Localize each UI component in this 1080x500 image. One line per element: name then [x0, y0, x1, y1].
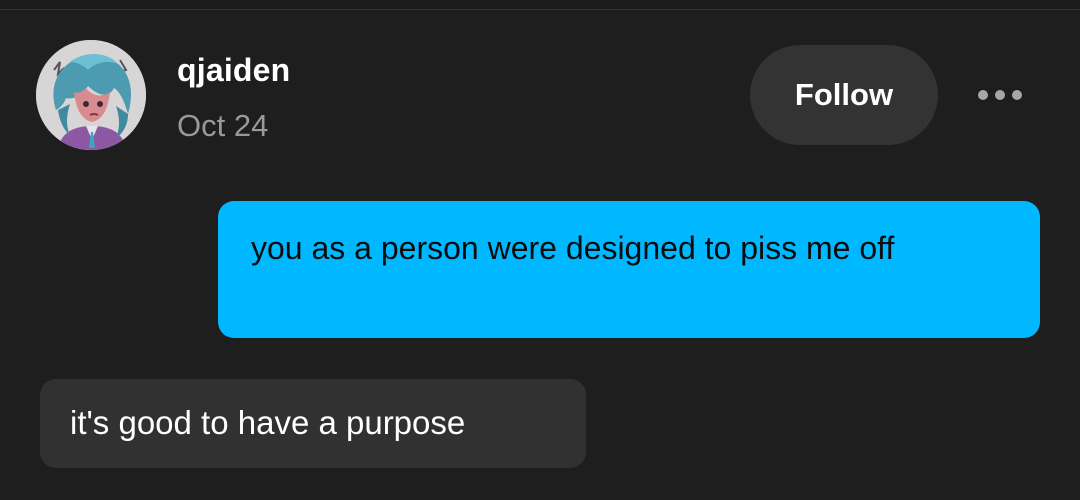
ellipsis-icon [978, 90, 988, 100]
top-divider [0, 0, 1080, 10]
sent-message-bubble: you as a person were designed to piss me… [218, 201, 1040, 338]
received-message-bubble: it's good to have a purpose [40, 379, 586, 468]
avatar[interactable] [36, 40, 146, 150]
avatar-image [36, 40, 146, 150]
post-date: Oct 24 [177, 108, 269, 143]
follow-button[interactable]: Follow [750, 45, 938, 145]
received-message-text: it's good to have a purpose [70, 404, 466, 441]
ellipsis-icon-dot-2 [995, 90, 1005, 100]
ellipsis-icon-dot-3 [1012, 90, 1022, 100]
post-card: qjaiden Oct 24 Follow you as a person we… [0, 0, 1080, 500]
sent-message-text: you as a person were designed to piss me… [251, 230, 895, 266]
username[interactable]: qjaiden [177, 52, 290, 89]
more-options-button[interactable] [970, 80, 1030, 110]
